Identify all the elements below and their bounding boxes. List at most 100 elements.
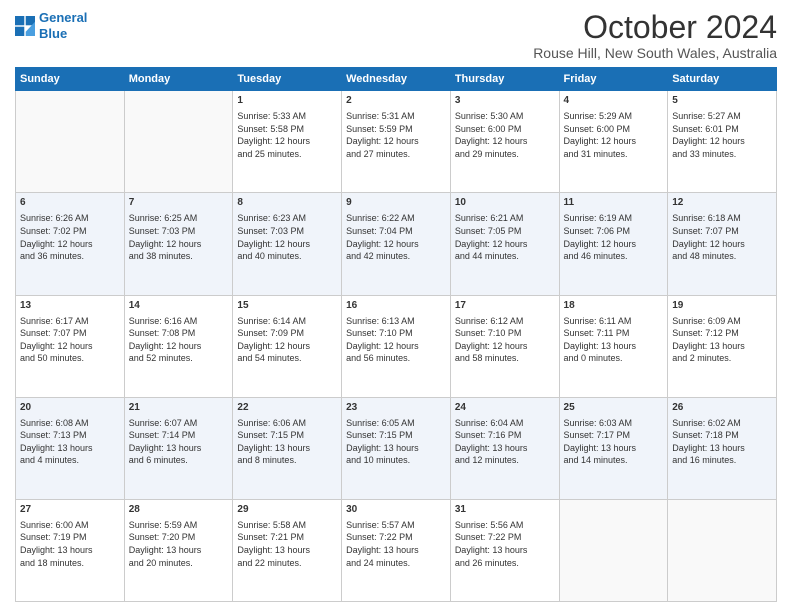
day-info-line: and 0 minutes. <box>564 352 664 365</box>
table-row: 14Sunrise: 6:16 AMSunset: 7:08 PMDayligh… <box>124 295 233 397</box>
table-row <box>16 91 125 193</box>
day-number: 19 <box>672 299 772 313</box>
table-row: 25Sunrise: 6:03 AMSunset: 7:17 PMDayligh… <box>559 397 668 499</box>
calendar-table: Sunday Monday Tuesday Wednesday Thursday… <box>15 67 777 602</box>
day-info-line: Daylight: 12 hours <box>346 238 446 251</box>
day-info-line: Sunset: 7:05 PM <box>455 225 555 238</box>
day-info-line: Daylight: 12 hours <box>129 340 229 353</box>
day-info-line: and 46 minutes. <box>564 250 664 263</box>
day-info-line: and 12 minutes. <box>455 454 555 467</box>
day-number: 18 <box>564 299 664 313</box>
day-number: 6 <box>20 196 120 210</box>
day-info-line: Sunset: 7:22 PM <box>346 531 446 544</box>
day-number: 9 <box>346 196 446 210</box>
day-info-line: and 48 minutes. <box>672 250 772 263</box>
day-number: 20 <box>20 401 120 415</box>
day-info-line: Daylight: 13 hours <box>564 442 664 455</box>
col-sunday: Sunday <box>16 68 125 91</box>
day-info-line: Sunset: 6:01 PM <box>672 123 772 136</box>
day-info-line: Daylight: 13 hours <box>672 340 772 353</box>
day-info-line: Sunset: 7:08 PM <box>129 327 229 340</box>
day-info-line: and 20 minutes. <box>129 557 229 570</box>
day-info-line: and 27 minutes. <box>346 148 446 161</box>
day-number: 1 <box>237 94 337 108</box>
day-number: 15 <box>237 299 337 313</box>
day-info-line: Daylight: 12 hours <box>455 135 555 148</box>
day-info-line: Sunrise: 6:17 AM <box>20 315 120 328</box>
col-thursday: Thursday <box>450 68 559 91</box>
day-info-line: Daylight: 12 hours <box>237 238 337 251</box>
day-info-line: and 8 minutes. <box>237 454 337 467</box>
day-info-line: Sunset: 7:22 PM <box>455 531 555 544</box>
col-tuesday: Tuesday <box>233 68 342 91</box>
table-row: 27Sunrise: 6:00 AMSunset: 7:19 PMDayligh… <box>16 499 125 601</box>
day-info-line: Daylight: 13 hours <box>564 340 664 353</box>
day-info-line: Sunrise: 6:12 AM <box>455 315 555 328</box>
day-info-line: and 38 minutes. <box>129 250 229 263</box>
table-row: 28Sunrise: 5:59 AMSunset: 7:20 PMDayligh… <box>124 499 233 601</box>
logo-line1: General <box>39 10 87 25</box>
day-number: 26 <box>672 401 772 415</box>
day-number: 3 <box>455 94 555 108</box>
day-number: 30 <box>346 503 446 517</box>
day-info-line: Sunrise: 5:33 AM <box>237 110 337 123</box>
day-info-line: Sunrise: 6:25 AM <box>129 212 229 225</box>
day-number: 27 <box>20 503 120 517</box>
day-info-line: Sunrise: 6:22 AM <box>346 212 446 225</box>
day-info-line: Sunrise: 5:57 AM <box>346 519 446 532</box>
day-info-line: and 50 minutes. <box>20 352 120 365</box>
day-info-line: Sunset: 7:13 PM <box>20 429 120 442</box>
day-info-line: Daylight: 13 hours <box>346 544 446 557</box>
day-info-line: Sunrise: 6:02 AM <box>672 417 772 430</box>
day-number: 24 <box>455 401 555 415</box>
day-number: 21 <box>129 401 229 415</box>
table-row: 8Sunrise: 6:23 AMSunset: 7:03 PMDaylight… <box>233 193 342 295</box>
table-row: 18Sunrise: 6:11 AMSunset: 7:11 PMDayligh… <box>559 295 668 397</box>
table-row: 7Sunrise: 6:25 AMSunset: 7:03 PMDaylight… <box>124 193 233 295</box>
day-info-line: Sunset: 7:14 PM <box>129 429 229 442</box>
table-row: 30 Sunrise: 5:57 AMSunset: 7:22 PMDayligh… <box>342 499 451 601</box>
day-info-line: Sunrise: 6:07 AM <box>129 417 229 430</box>
day-info-line: Sunset: 6:00 PM <box>455 123 555 136</box>
main-title: October 2024 <box>533 10 777 45</box>
day-info-line: and 24 minutes. <box>346 557 446 570</box>
day-info-line: Daylight: 13 hours <box>129 544 229 557</box>
day-info-line: Daylight: 12 hours <box>237 135 337 148</box>
day-info-line: Daylight: 12 hours <box>564 135 664 148</box>
day-info-line: Sunset: 7:21 PM <box>237 531 337 544</box>
table-row: 26Sunrise: 6:02 AMSunset: 7:18 PMDayligh… <box>668 397 777 499</box>
subtitle: Rouse Hill, New South Wales, Australia <box>533 45 777 61</box>
day-info-line: Sunrise: 5:31 AM <box>346 110 446 123</box>
day-info-line: and 44 minutes. <box>455 250 555 263</box>
table-row: 22Sunrise: 6:06 AMSunset: 7:15 PMDayligh… <box>233 397 342 499</box>
day-number: 16 <box>346 299 446 313</box>
day-info-line: Daylight: 12 hours <box>564 238 664 251</box>
day-info-line: Sunrise: 6:03 AM <box>564 417 664 430</box>
logo-text: General Blue <box>39 10 87 41</box>
day-info-line: and 22 minutes. <box>237 557 337 570</box>
day-info-line: Daylight: 12 hours <box>237 340 337 353</box>
day-info-line: Daylight: 12 hours <box>20 238 120 251</box>
calendar-week-row: 13Sunrise: 6:17 AMSunset: 7:07 PMDayligh… <box>16 295 777 397</box>
header-row: Sunday Monday Tuesday Wednesday Thursday… <box>16 68 777 91</box>
day-info-line: Sunrise: 6:11 AM <box>564 315 664 328</box>
col-wednesday: Wednesday <box>342 68 451 91</box>
day-info-line: Sunrise: 5:27 AM <box>672 110 772 123</box>
day-number: 5 <box>672 94 772 108</box>
day-info-line: Sunset: 7:07 PM <box>672 225 772 238</box>
day-number: 2 <box>346 94 446 108</box>
table-row: 24Sunrise: 6:04 AMSunset: 7:16 PMDayligh… <box>450 397 559 499</box>
day-number: 10 <box>455 196 555 210</box>
day-info-line: Sunrise: 6:13 AM <box>346 315 446 328</box>
title-block: October 2024 Rouse Hill, New South Wales… <box>533 10 777 61</box>
logo-icon <box>15 16 35 36</box>
calendar-week-row: 27Sunrise: 6:00 AMSunset: 7:19 PMDayligh… <box>16 499 777 601</box>
table-row: 31Sunrise: 5:56 AMSunset: 7:22 PMDayligh… <box>450 499 559 601</box>
day-info-line: Daylight: 13 hours <box>672 442 772 455</box>
day-info-line: Sunset: 7:10 PM <box>455 327 555 340</box>
table-row: 23Sunrise: 6:05 AMSunset: 7:15 PMDayligh… <box>342 397 451 499</box>
day-number: 8 <box>237 196 337 210</box>
col-saturday: Saturday <box>668 68 777 91</box>
table-row: 2Sunrise: 5:31 AMSunset: 5:59 PMDaylight… <box>342 91 451 193</box>
table-row: 29Sunrise: 5:58 AMSunset: 7:21 PMDayligh… <box>233 499 342 601</box>
